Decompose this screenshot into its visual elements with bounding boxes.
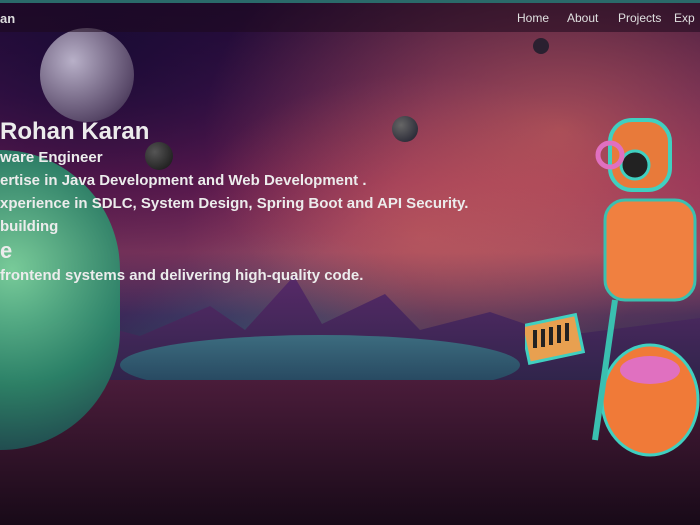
planet-small xyxy=(533,38,549,54)
hero-heading: e xyxy=(0,238,13,263)
hero-tagline: frontend systems and delivering high-qua… xyxy=(0,267,364,284)
top-navbar: an Home About Projects Exp xyxy=(0,0,700,32)
nav-about-link[interactable]: About xyxy=(567,11,598,25)
nav-home-link[interactable]: Home xyxy=(517,11,549,25)
nav-experience-link[interactable]: Exp xyxy=(674,11,695,25)
hero-role: ware Engineer xyxy=(0,149,103,166)
nav-projects-link[interactable]: Projects xyxy=(618,11,661,25)
hero-line: ertise in Java Development and Web Devel… xyxy=(0,172,367,189)
hero-line: building xyxy=(0,218,59,235)
planet-gray xyxy=(40,28,134,122)
hero-name: Rohan Karan xyxy=(0,118,150,145)
hero-line: xperience in SDLC, System Design, Spring… xyxy=(0,195,469,212)
astronaut-illustration xyxy=(525,118,700,457)
brand-logo[interactable]: an xyxy=(0,11,15,26)
hero-section: Rohan Karan ware Engineer ertise in Java… xyxy=(0,118,468,287)
